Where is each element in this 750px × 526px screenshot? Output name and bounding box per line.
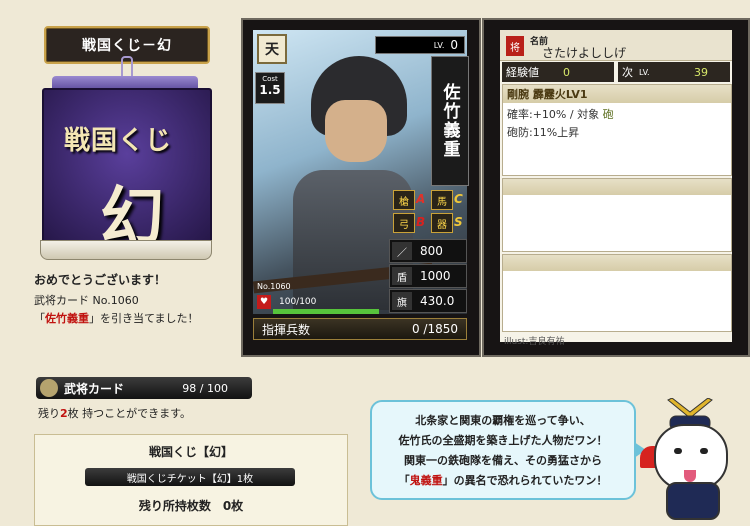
cavalry-icon: 馬: [431, 190, 453, 210]
lottery-box-image: 戦国くじ 幻: [40, 56, 212, 260]
troops-label: 指揮兵数: [262, 322, 311, 337]
name-section: 将 名前 さたけよししげ: [500, 30, 732, 61]
exp-cell: 経験値 0: [502, 62, 614, 82]
hp-row: ♥ 100/100: [257, 294, 377, 310]
bubble-line-4: 「鬼義重」の異名で恐れられていたワン！: [398, 474, 608, 487]
name-reading: さたけよししげ: [542, 46, 627, 60]
cavalry-grade: C: [454, 192, 463, 206]
box-title-text: 戦国くじ: [64, 126, 173, 156]
next-level-cell: 次 LV. 39: [618, 62, 730, 82]
hp-text: 100/100: [279, 297, 317, 307]
general-info-panel: 将 名前 さたけよししげ 経験値 0 次 LV. 39 剛腕 霹靂火LV1 確率…: [482, 18, 750, 357]
general-name-vertical: 佐竹義重: [431, 56, 469, 186]
bubble-line-1: 北条家と関東の覇権を巡って争い、: [415, 414, 591, 427]
dog-mascot: [640, 398, 744, 520]
siege-icon: 器: [431, 213, 453, 233]
skill-title: 剛腕 霹靂火LV1: [503, 85, 731, 103]
strategy-icon: 旗: [392, 292, 412, 310]
ticket-button[interactable]: 戦国くじチケット【幻】1枚: [85, 468, 295, 486]
tickets-owned-text: 残り所持枚数 0枚: [138, 499, 244, 513]
card-count-value: 98 / 100: [182, 381, 228, 395]
bubble-line-2: 佐竹氏の全盛期を築き上げた人物だワン！: [398, 434, 608, 447]
skill-description-2: 砲防:11%上昇: [507, 126, 580, 139]
card-number: No.1060: [257, 282, 291, 291]
skill-panel: 剛腕 霹靂火LV1 確率:+10% / 対象 砲 砲防:11%上昇: [502, 84, 732, 176]
spear-grade: A: [416, 192, 426, 206]
troops-bar: 指揮兵数 0 /1850: [253, 318, 467, 340]
congrats-text: おめでとうございます！: [34, 273, 167, 287]
strategy-stat: 旗 430.0: [389, 289, 467, 313]
defense-stat: 盾 1000: [389, 264, 467, 288]
bubble-line-3: 関東一の鉄砲隊を備え、その勇猛さから: [404, 454, 602, 467]
skill-slot-3: [502, 254, 732, 332]
spear-icon: 槍: [393, 190, 415, 210]
drawn-general-name: 佐竹義重: [45, 312, 89, 325]
attack-stat: ／ 800: [389, 239, 467, 263]
general-card[interactable]: 天 Cost 1.5 LV. 0 佐竹義重 槍 A 馬 C 弓 B 器 S ／ …: [241, 18, 481, 357]
bow-grade: B: [416, 215, 426, 229]
hp-bar: [273, 309, 379, 314]
siege-grade: S: [454, 215, 463, 229]
card-count-bar: 武将カード 98 / 100: [36, 377, 252, 399]
heart-icon: ♥: [257, 295, 271, 309]
general-seal-icon: 将: [506, 36, 524, 56]
card-number-text: 武将カード No.1060: [34, 294, 139, 307]
illustrator-credit: illust:吉良有祐: [504, 337, 565, 347]
level-indicator: LV. 0: [375, 36, 465, 54]
card-icon: [40, 379, 58, 397]
ticket-title: 戦国くじ【幻】: [148, 445, 233, 459]
skill-slot-2: [502, 178, 732, 252]
remaining-capacity-text: 残り2枚 持つことができます。: [38, 407, 192, 420]
drew-result-text: 「佐竹義重」を引き当てました！: [34, 312, 199, 325]
cost-box: Cost 1.5: [255, 72, 285, 104]
hp-bar-fill: [273, 309, 379, 314]
rarity-badge: 天: [257, 34, 287, 64]
attack-icon: ／: [392, 242, 412, 260]
skill-description-1: 確率:+10% / 対象 砲: [507, 108, 614, 121]
ticket-box: 戦国くじ【幻】 戦国くじチケット【幻】1枚 残り所持枚数 0枚: [34, 434, 348, 526]
troops-value: 0 /1850: [411, 322, 458, 336]
bow-icon: 弓: [393, 213, 415, 233]
defense-icon: 盾: [392, 267, 412, 285]
mascot-speech-bubble: 北条家と関東の覇権を巡って争い、 佐竹氏の全盛期を築き上げた人物だワン！ 関東一…: [370, 400, 646, 500]
